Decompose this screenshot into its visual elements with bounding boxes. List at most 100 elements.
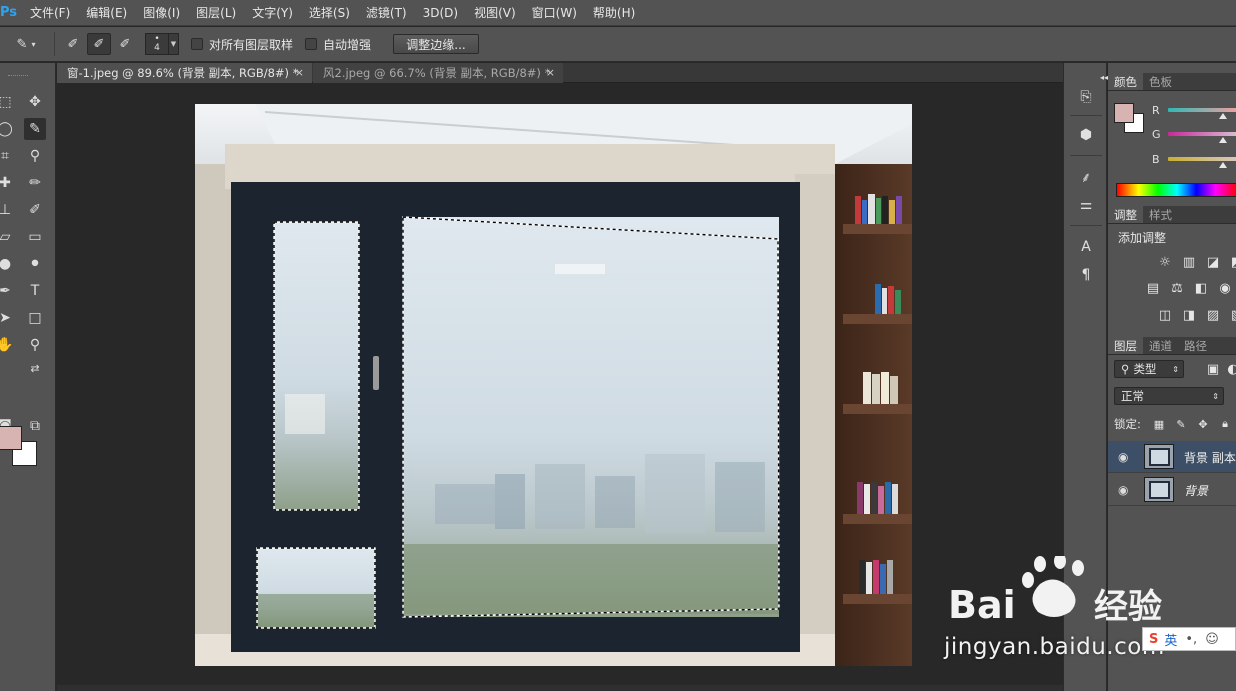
green-slider-thumb[interactable]: [1219, 137, 1227, 143]
divider: [1070, 225, 1102, 226]
close-icon[interactable]: ×: [546, 66, 555, 79]
vibrance-icon[interactable]: ▤: [1144, 279, 1162, 297]
tab-styles[interactable]: 样式: [1143, 206, 1178, 223]
brush-presets-icon[interactable]: ⚌: [1074, 193, 1098, 217]
sample-all-layers-option[interactable]: 对所有图层取样: [191, 36, 293, 53]
clone-stamp-tool-icon[interactable]: ⊥: [0, 199, 16, 221]
eye-icon[interactable]: ◉: [1118, 483, 1128, 497]
crop-tool-icon[interactable]: ⌗: [0, 145, 16, 167]
tab-channels[interactable]: 通道: [1143, 337, 1178, 354]
tab-adjustments[interactable]: 调整: [1108, 206, 1143, 223]
blue-slider-thumb[interactable]: [1219, 162, 1227, 168]
lock-position-icon[interactable]: ✥: [1194, 415, 1212, 433]
tab-layers[interactable]: 图层: [1108, 337, 1143, 354]
panel-grip[interactable]: [8, 75, 28, 78]
black-white-icon[interactable]: ◧: [1192, 279, 1210, 297]
close-icon[interactable]: ×: [295, 66, 304, 79]
blue-slider[interactable]: [1168, 157, 1236, 161]
foreground-color-swatch[interactable]: [0, 426, 22, 450]
curves-icon[interactable]: ◪: [1204, 253, 1222, 271]
color-balance-icon[interactable]: ⚖: [1168, 279, 1186, 297]
pen-tool-icon[interactable]: ✒: [0, 280, 16, 302]
eye-icon[interactable]: ◉: [1118, 450, 1128, 464]
refine-edge-button[interactable]: 调整边缘...: [393, 34, 480, 54]
lock-image-icon[interactable]: ✎: [1172, 415, 1190, 433]
tab-document-2[interactable]: 风2.jpeg @ 66.7% (背景 副本, RGB/8#) * ×: [313, 63, 563, 83]
menu-help[interactable]: 帮助(H): [585, 0, 643, 26]
rectangle-tool-icon[interactable]: □: [24, 307, 46, 329]
gradient-tool-icon[interactable]: ▭: [24, 226, 46, 248]
subtract-from-selection-button[interactable]: ✐: [113, 33, 137, 55]
layer-filter-select[interactable]: ⚲ 类型 ⇕: [1114, 360, 1184, 378]
canvas-area[interactable]: [57, 84, 1063, 691]
zoom-tool-icon[interactable]: ⚲: [24, 334, 46, 356]
blend-mode-select[interactable]: 正常 ⇕: [1114, 387, 1224, 405]
path-selection-tool-icon[interactable]: ➤: [0, 307, 16, 329]
character-panel-icon[interactable]: A: [1074, 235, 1098, 259]
auto-enhance-checkbox[interactable]: [305, 38, 318, 50]
invert-icon[interactable]: ◫: [1156, 306, 1174, 324]
panel-fg-swatch[interactable]: [1114, 103, 1134, 123]
menu-window[interactable]: 窗口(W): [524, 0, 585, 26]
history-brush-tool-icon[interactable]: ✐: [24, 199, 46, 221]
ime-status-bar[interactable]: S 英 •, ☺: [1142, 627, 1236, 651]
red-slider[interactable]: [1168, 108, 1236, 112]
tab-document-1[interactable]: 窗-1.jpeg @ 89.6% (背景 副本, RGB/8#) * ×: [57, 63, 312, 83]
posterize-icon[interactable]: ◨: [1180, 306, 1198, 324]
menu-view[interactable]: 视图(V): [466, 0, 524, 26]
tab-paths[interactable]: 路径: [1178, 337, 1213, 354]
color-spectrum-ramp[interactable]: [1116, 183, 1236, 197]
menu-select[interactable]: 选择(S): [301, 0, 358, 26]
photo-filter-icon[interactable]: ◉: [1216, 279, 1234, 297]
hand-tool-icon[interactable]: ✋: [0, 334, 16, 356]
blur-tool-icon[interactable]: ●: [0, 253, 16, 275]
layer-row-background-copy[interactable]: ◉ 背景 副本: [1108, 441, 1236, 473]
menu-image[interactable]: 图像(I): [135, 0, 188, 26]
brush-size-picker[interactable]: • 4: [145, 33, 169, 55]
brush-size-dropdown[interactable]: ▼: [169, 33, 179, 55]
quick-selection-tool-icon[interactable]: ✎: [24, 118, 46, 140]
levels-icon[interactable]: ▥: [1180, 253, 1198, 271]
filter-adjustment-icon[interactable]: ◐: [1224, 360, 1236, 378]
gradient-map-icon[interactable]: ▨: [1204, 306, 1222, 324]
paragraph-panel-icon[interactable]: ¶: [1074, 263, 1098, 287]
brightness-icon[interactable]: ☼: [1156, 253, 1174, 271]
menu-edit[interactable]: 编辑(E): [78, 0, 135, 26]
lasso-tool-icon[interactable]: ◯: [0, 118, 16, 140]
filter-pixel-icon[interactable]: ▣: [1204, 360, 1222, 378]
red-slider-thumb[interactable]: [1219, 113, 1227, 119]
type-tool-icon[interactable]: T: [24, 280, 46, 302]
brush-tool-icon[interactable]: ✏: [24, 172, 46, 194]
tab-color[interactable]: 颜色: [1108, 73, 1143, 90]
horizontal-scrollbar[interactable]: [57, 685, 1063, 691]
tool-preset-picker[interactable]: ✎ ▾: [4, 32, 48, 56]
document-image[interactable]: [195, 104, 912, 666]
marquee-tool-icon[interactable]: ⬚: [0, 91, 16, 113]
move-tool-icon[interactable]: ✥: [24, 91, 46, 113]
add-to-selection-button[interactable]: ✐: [87, 33, 111, 55]
lock-all-icon[interactable]: 🔒︎: [1216, 415, 1234, 433]
layer-row-background[interactable]: ◉ 背景: [1108, 474, 1236, 506]
menu-file[interactable]: 文件(F): [22, 0, 78, 26]
lock-transparent-icon[interactable]: ▦: [1150, 415, 1168, 433]
healing-brush-tool-icon[interactable]: ✚: [0, 172, 16, 194]
eraser-tool-icon[interactable]: ▱: [0, 226, 16, 248]
menu-3d[interactable]: 3D(D): [415, 0, 466, 26]
dodge-tool-icon[interactable]: ⚫: [24, 253, 46, 275]
menu-filter[interactable]: 滤镜(T): [358, 0, 415, 26]
screen-mode-icon[interactable]: ⧉: [24, 415, 46, 437]
swap-colors-icon[interactable]: ⇄: [24, 357, 46, 379]
auto-enhance-option[interactable]: 自动增强: [305, 36, 371, 53]
3d-panel-icon[interactable]: ⬢: [1074, 123, 1098, 147]
menu-layer[interactable]: 图层(L): [188, 0, 244, 26]
green-slider[interactable]: [1168, 132, 1236, 136]
exposure-icon[interactable]: ◩: [1228, 253, 1236, 271]
selective-color-icon[interactable]: ▧: [1228, 306, 1236, 324]
sample-all-layers-checkbox[interactable]: [191, 38, 203, 50]
menu-type[interactable]: 文字(Y): [244, 0, 301, 26]
brush-panel-icon[interactable]: ⸙: [1074, 165, 1098, 189]
new-selection-button[interactable]: ✐: [61, 33, 85, 55]
tab-swatches[interactable]: 色板: [1143, 73, 1178, 90]
history-panel-icon[interactable]: ⎘: [1074, 85, 1098, 109]
eyedropper-tool-icon[interactable]: ⚲: [24, 145, 46, 167]
